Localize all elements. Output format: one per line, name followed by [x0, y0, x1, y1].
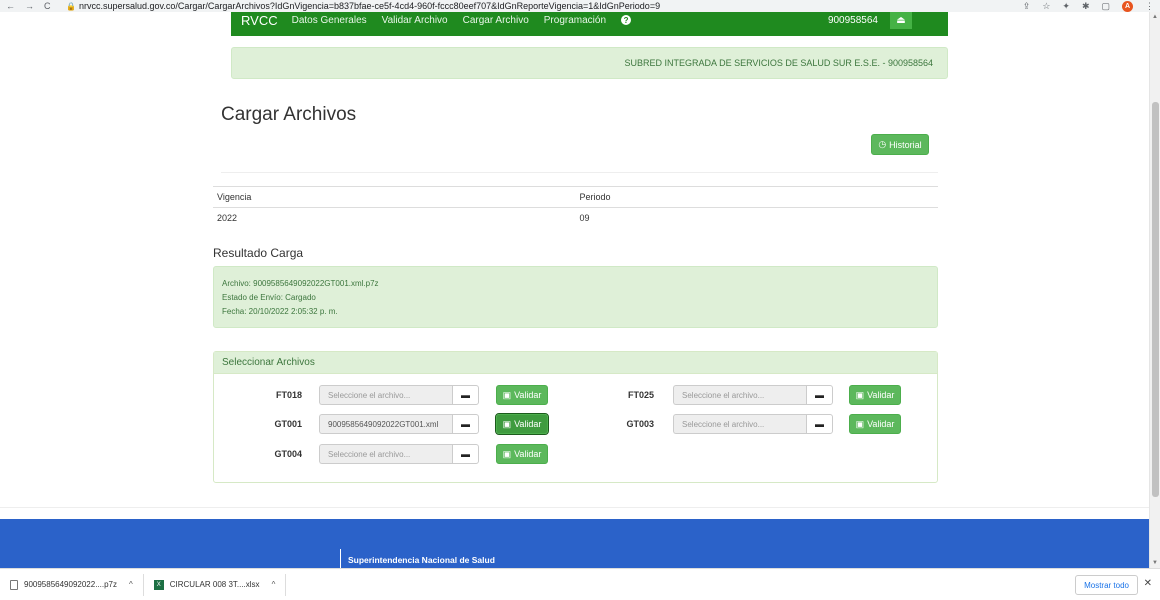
page-title: Cargar Archivos [221, 104, 357, 125]
show-all-button[interactable]: Mostrar todo [1075, 575, 1138, 595]
footer-separator [340, 549, 341, 568]
file-input-ft018[interactable]: Seleccione el archivo... ▬ [319, 385, 479, 405]
folder-open-icon[interactable]: ▬ [806, 414, 833, 434]
value-periodo: 09 [579, 213, 590, 223]
address-bar[interactable]: nrvcc.supersalud.gov.co/Cargar/CargarArc… [79, 1, 660, 11]
file-icon [10, 579, 18, 590]
validar-label: Validar [867, 390, 895, 400]
browser-actions: ⇪ ☆ ✦ ✱ ▢ A ⋮ [1023, 0, 1154, 12]
file-input-gt003[interactable]: Seleccione el archivo... ▬ [673, 414, 833, 434]
validar-label: Validar [514, 390, 542, 400]
extension-icon[interactable]: ✦ [1062, 1, 1070, 12]
file-code-ft025: FT025 [627, 390, 654, 400]
share-icon[interactable]: ⇪ [1023, 1, 1031, 12]
scroll-down-icon[interactable]: ▼ [1152, 560, 1158, 566]
back-icon[interactable]: ← [6, 1, 15, 11]
header-periodo: Periodo [579, 192, 611, 202]
file-input-gt001[interactable]: 9009585649092022GT001.xml ▬ [319, 414, 479, 434]
logout-button[interactable]: ⏏ [890, 12, 912, 29]
file-name-field[interactable]: Seleccione el archivo... [319, 385, 452, 405]
nav-buttons: ← → C [0, 1, 62, 11]
file-name-field[interactable]: Seleccione el archivo... [673, 385, 806, 405]
file-input-gt004[interactable]: Seleccione el archivo... ▬ [319, 444, 479, 464]
validar-button-gt003[interactable]: ▣ Validar [849, 414, 901, 434]
validar-button-gt001[interactable]: ▣ Validar [495, 413, 549, 435]
download-item[interactable]: 9009585649092022....p7z ^ [0, 573, 144, 596]
folder-open-icon[interactable]: ▬ [452, 414, 479, 434]
file-name-field[interactable]: Seleccione el archivo... [319, 444, 452, 464]
table-header-row: Vigencia Periodo [213, 186, 938, 208]
file-name-field[interactable]: Seleccione el archivo... [673, 414, 806, 434]
header-vigencia: Vigencia [217, 192, 252, 202]
brand-link[interactable]: RVCC [241, 13, 278, 28]
nav-validar-archivo[interactable]: Validar Archivo [382, 15, 448, 26]
forward-icon[interactable]: → [25, 1, 34, 11]
scroll-up-icon[interactable]: ▲ [1152, 14, 1158, 20]
divider [0, 507, 1149, 508]
reload-icon[interactable]: C [44, 1, 51, 11]
divider [221, 172, 938, 173]
save-icon: ▣ [502, 448, 512, 459]
validar-label: Validar [514, 419, 542, 429]
help-icon[interactable]: ? [621, 15, 632, 25]
result-date: Fecha: 20/10/2022 2:05:32 p. m. [222, 307, 338, 316]
file-code-gt004: GT004 [274, 449, 302, 459]
download-filename: CIRCULAR 008 3T....xlsx [169, 580, 260, 589]
validar-label: Validar [514, 449, 542, 459]
page-scrollbar[interactable]: ▲ ▼ [1149, 12, 1160, 568]
panel-heading: Seleccionar Archivos [214, 352, 937, 374]
lock-icon[interactable]: 🔒 [66, 2, 76, 11]
historial-button[interactable]: ◷ Historial [871, 134, 929, 155]
entity-name: SUBRED INTEGRADA DE SERVICIOS DE SALUD S… [624, 58, 933, 68]
sidepanel-icon[interactable]: ▢ [1101, 1, 1110, 12]
download-item[interactable]: X CIRCULAR 008 3T....xlsx ^ [144, 573, 287, 596]
save-icon: ▣ [855, 389, 865, 400]
file-code-ft018: FT018 [275, 390, 302, 400]
nav-programacion[interactable]: Programación [544, 15, 606, 26]
file-code-gt003: GT003 [626, 419, 654, 429]
nav-cargar-archivo[interactable]: Cargar Archivo [463, 15, 529, 26]
folder-open-icon[interactable]: ▬ [452, 385, 479, 405]
table-row: 2022 09 [213, 208, 938, 228]
menu-icon[interactable]: ⋮ [1145, 1, 1154, 12]
close-icon[interactable]: ✕ [1144, 578, 1152, 589]
result-alert: Archivo: 9009585649092022GT001.xml.p7z E… [213, 266, 938, 328]
profile-avatar[interactable]: A [1122, 0, 1133, 12]
info-table: Vigencia Periodo 2022 09 [213, 186, 938, 228]
file-name-field[interactable]: 9009585649092022GT001.xml [319, 414, 452, 434]
clock-icon: ◷ [878, 139, 887, 149]
file-input-ft025[interactable]: Seleccione el archivo... ▬ [673, 385, 833, 405]
entity-banner: SUBRED INTEGRADA DE SERVICIOS DE SALUD S… [231, 47, 948, 79]
save-icon: ▣ [502, 418, 512, 429]
nav-datos-generales[interactable]: Datos Generales [292, 15, 367, 26]
footer-org-name: Superintendencia Nacional de Salud [348, 555, 495, 565]
validar-button-ft025[interactable]: ▣ Validar [849, 385, 901, 405]
scroll-thumb[interactable] [1152, 102, 1159, 497]
excel-icon: X [153, 579, 164, 590]
user-nit: 900958564 [827, 15, 878, 26]
chevron-up-icon[interactable]: ^ [129, 580, 133, 589]
result-title: Resultado Carga [213, 246, 304, 260]
validar-label: Validar [867, 419, 895, 429]
validar-button-ft018[interactable]: ▣ Validar [496, 385, 548, 405]
historial-label: Historial [889, 139, 922, 150]
footer: Superintendencia Nacional de Salud [0, 519, 1149, 568]
result-status: Estado de Envío: Cargado [222, 293, 316, 302]
save-icon: ▣ [502, 389, 512, 400]
browser-toolbar: ← → C 🔒 nrvcc.supersalud.gov.co/Cargar/C… [0, 0, 1160, 12]
download-filename: 9009585649092022....p7z [24, 580, 117, 589]
folder-open-icon[interactable]: ▬ [806, 385, 833, 405]
star-icon[interactable]: ☆ [1042, 1, 1050, 12]
puzzle-icon[interactable]: ✱ [1082, 1, 1090, 12]
logout-icon: ⏏ [896, 15, 906, 26]
folder-open-icon[interactable]: ▬ [452, 444, 479, 464]
save-icon: ▣ [855, 418, 865, 429]
chevron-up-icon[interactable]: ^ [272, 580, 276, 589]
validar-button-gt004[interactable]: ▣ Validar [496, 444, 548, 464]
download-bar: 9009585649092022....p7z ^ X CIRCULAR 008… [0, 568, 1160, 600]
value-vigencia: 2022 [217, 213, 238, 223]
file-code-gt001: GT001 [274, 419, 302, 429]
top-navbar: RVCC Datos Generales Validar Archivo Car… [231, 12, 948, 36]
result-file: Archivo: 9009585649092022GT001.xml.p7z [222, 279, 379, 288]
